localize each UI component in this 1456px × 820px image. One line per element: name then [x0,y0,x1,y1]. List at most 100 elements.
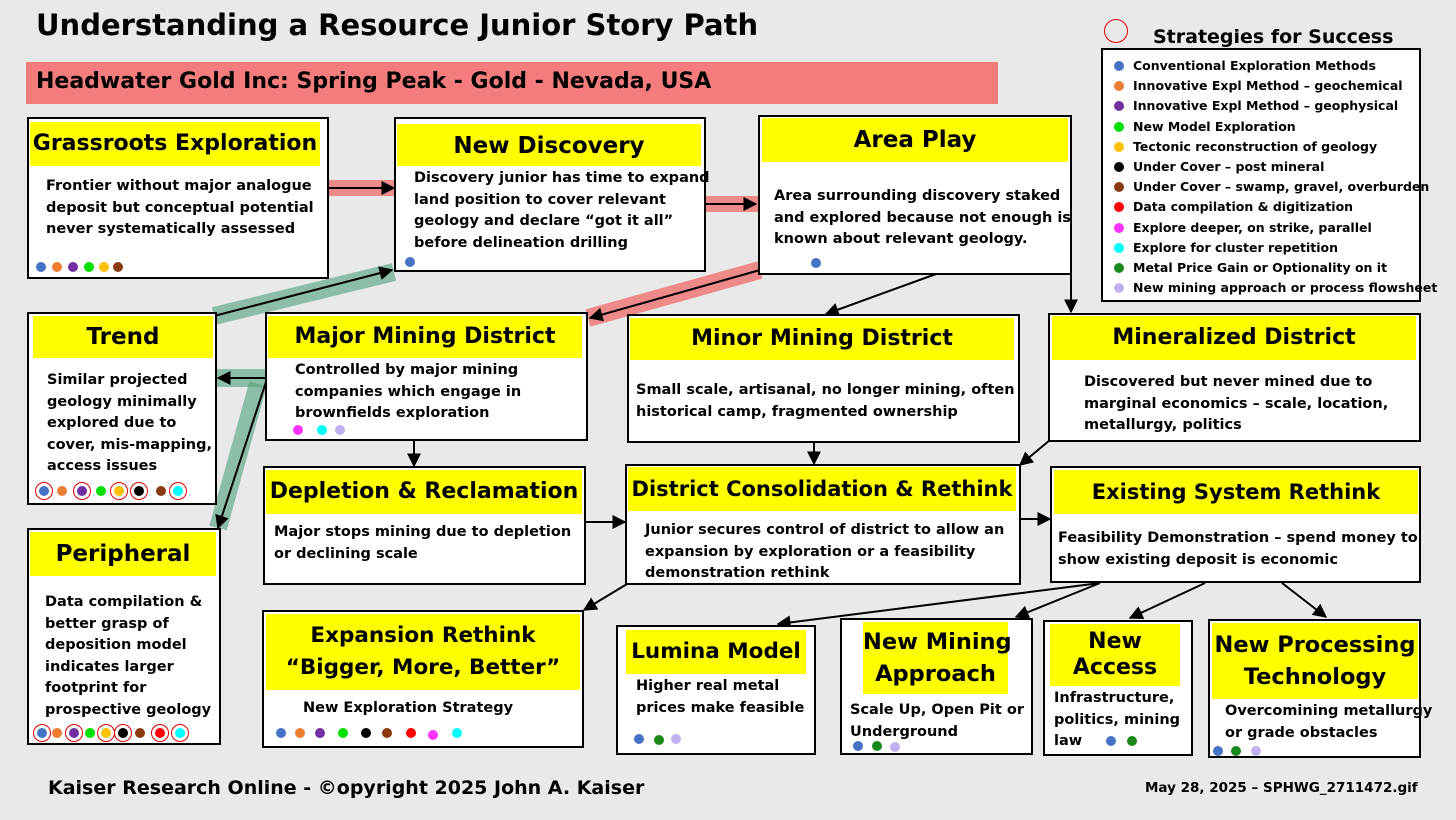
legend-item-label: Under Cover – swamp, gravel, overburden [1133,179,1430,195]
arrow-existing-to-newaccess [1128,582,1206,620]
box-new-discovery-body: Discovery junior has time to expand land… [414,168,710,254]
strategy-dot [872,741,882,751]
strategy-dot [295,728,305,738]
strategy-dot [52,262,62,272]
box-new-mining-title: New Mining Approach [863,622,1012,694]
text-line: demonstration rethink [645,565,830,581]
text-line: Higher real metal [636,678,780,694]
box-mineralized-district-body: Discovered but never mined due to margin… [1084,372,1388,437]
text-line: companies which engage in [295,383,522,400]
strategy-dot [406,728,416,738]
legend-item-label: New Model Exploration [1133,118,1296,134]
arrow-areaplay-to-major [588,269,761,322]
text-line: Feasibility Demonstration – spend money … [1058,530,1418,546]
box-new-mining-body: Scale Up, Open Pit or Underground [850,700,1024,743]
highlight-ring-icon [65,724,83,742]
box-grassroots-body: Frontier without major analogue deposit … [46,176,314,241]
legend-item-label: New mining approach or process flowsheet [1133,280,1438,296]
text-line: or declining scale [274,545,418,562]
box-mineralized-district-title: Mineralized District [1052,316,1416,360]
box-area-play-title: Area Play [762,118,1068,162]
text-line: Similar projected [47,372,188,388]
strategy-dot [382,728,392,738]
legend-item-label: Explore deeper, on strike, parallel [1133,219,1372,235]
text-line: Junior secures control of district to al… [645,522,1005,538]
text-line: Small scale, artisanal, no longer mining… [636,382,1015,398]
page-title: Understanding a Resource Junior Story Pa… [36,8,759,42]
text-line: and explored because not enough is [774,209,1071,226]
project-banner: Headwater Gold Inc: Spring Peak - Gold -… [26,62,998,104]
highlight-ring-icon [114,724,132,742]
title-line: Technology [1243,664,1387,690]
box-major-district-title: Major Mining District [268,316,582,358]
text-line: Overcomining metallurgy [1225,703,1433,719]
highlight-ring-icon [110,482,128,500]
highlight-ring-icon [171,724,189,742]
box-new-discovery-title: New Discovery [397,124,701,166]
strategy-dot [811,258,821,268]
strategy-dot [890,742,900,752]
text-line: footprint for [45,680,147,696]
strategy-dot [361,728,371,738]
legend-color-dot [1114,242,1124,253]
box-new-access-body: Infrastructure, politics, mining law [1054,688,1180,753]
strategy-dot [57,486,67,496]
box-major-district-body: Controlled by major mining companies whi… [295,360,521,425]
box-area-play-body: Area surrounding discovery staked and ex… [774,186,1071,251]
strategy-dot [452,728,462,738]
legend-color-dot [1114,61,1124,71]
text-line: better grasp of [45,615,169,632]
title-line: Approach [875,661,996,687]
highlight-ring-icon [73,482,91,500]
strategy-dot [853,741,863,751]
legend-color-dot [1114,141,1124,152]
text-line: deposit but conceptual potential [46,199,314,216]
strategy-dot [315,728,325,738]
strategy-dot [84,262,94,272]
strategy-dot [1106,736,1116,746]
box-new-processing-body: Overcomining metallurgy or grade obstacl… [1225,701,1432,744]
text-line: explored due to [47,415,177,431]
text-line: indicates larger [45,658,174,675]
legend-color-dot [1114,162,1124,172]
arrow-major-to-peripheral [215,381,267,530]
legend-item-label: Metal Price Gain or Optionality on it [1133,260,1388,275]
strategy-dot [96,486,106,496]
text-line: Frontier without major analogue [46,178,312,194]
legend-item-label: Under Cover – post mineral [1133,159,1325,174]
strategy-dot [1231,746,1241,756]
legend-item-label: Explore for cluster repetition [1133,239,1339,255]
strategy-dot [428,730,438,740]
highlight-ring-icon [151,724,169,742]
box-consolidation-body: Junior secures control of district to al… [645,520,1004,585]
text-line: prices make feasible [636,699,805,716]
text-line: metallurgy, politics [1084,417,1242,433]
legend-color-dot [1114,222,1124,233]
legend-ring-icon [1104,19,1128,43]
strategy-dot [1127,736,1137,746]
highlight-ring-icon [33,724,51,742]
text-line: New Exploration Strategy [303,700,514,716]
text-line: Scale Up, Open Pit or [850,702,1024,718]
highlight-ring-icon [169,482,187,500]
box-depletion-title: Depletion & Reclamation [266,470,582,514]
diagram-canvas: Understanding a Resource Junior Story Pa… [0,0,1456,820]
box-new-processing-title: New Processing Technology [1212,623,1418,699]
strategy-dot [671,734,681,744]
title-line: “Bigger, More, Better” [285,655,561,680]
legend-color-dot [1114,263,1124,273]
box-depletion-body: Major stops mining due to depletion or d… [274,522,571,565]
text-line: Area surrounding discovery staked [774,188,1061,204]
text-line: Discovered but never mined due to [1084,374,1373,390]
strategy-dot [405,257,415,267]
text-line: deposition model [45,637,187,653]
box-peripheral-body: Data compilation & better grasp of depos… [45,592,211,721]
text-line: or grade obstacles [1225,724,1378,741]
highlight-ring-icon [130,482,148,500]
box-existing-system-title: Existing System Rethink [1054,470,1418,514]
box-minor-district-title: Minor Mining District [630,318,1014,360]
strategy-dot [317,425,327,435]
text-line: Data compilation & [45,594,203,610]
footer-date-file: May 28, 2025 – SPHWG_2711472.gif [1145,780,1418,796]
text-line: law [1054,733,1083,749]
